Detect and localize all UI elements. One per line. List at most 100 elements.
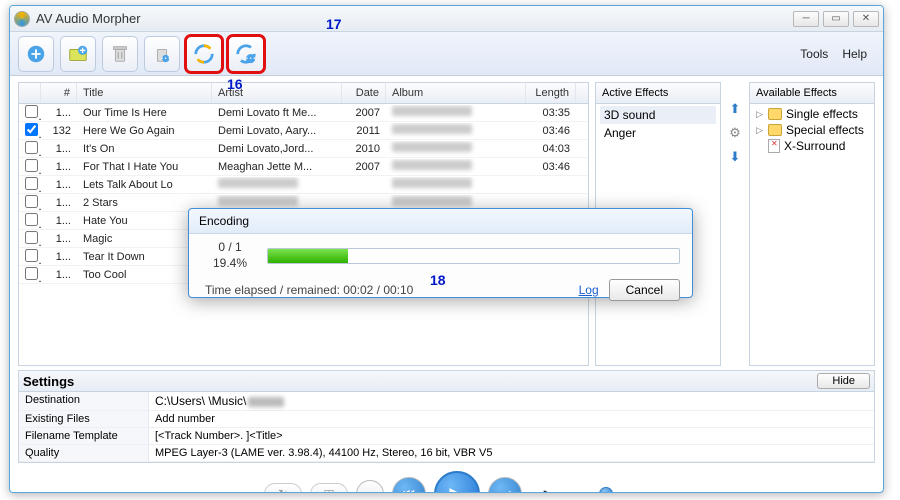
prev-button[interactable]: ⏮ (392, 477, 426, 493)
delete-button[interactable] (102, 36, 138, 72)
available-effect-item[interactable]: ▷ Special effects (754, 122, 870, 138)
titlebar: AV Audio Morpher ─ ▭ ✕ (10, 6, 883, 32)
row-artist (212, 177, 342, 192)
stop-button[interactable]: ■ (356, 480, 384, 493)
row-length: 03:46 (526, 160, 576, 174)
table-row[interactable]: 1... Lets Talk About Lo (19, 176, 588, 194)
document-icon (768, 139, 780, 153)
row-date: 2011 (342, 124, 386, 138)
play-button[interactable]: ▶ (434, 471, 480, 493)
log-link[interactable]: Log (579, 283, 599, 297)
app-title: AV Audio Morpher (36, 11, 793, 26)
row-checkbox[interactable] (25, 195, 38, 208)
settings-dest-value[interactable]: C:\Users\ \Music\ (149, 392, 874, 410)
player-controls: ↻ ◫ ■ ⏮ ▶ ⏭ 🔈 (10, 463, 883, 493)
col-num[interactable]: # (41, 83, 77, 103)
settings-panel: Settings Hide DestinationC:\Users\ \Musi… (18, 370, 875, 463)
row-checkbox[interactable] (25, 249, 38, 262)
available-effect-item[interactable]: X-Surround (754, 138, 870, 154)
row-length (526, 202, 576, 204)
row-checkbox[interactable] (25, 123, 38, 136)
row-checkbox[interactable] (25, 213, 38, 226)
active-effect-item[interactable]: Anger (600, 124, 716, 142)
row-album (386, 177, 526, 192)
encoding-time: Time elapsed / remained: 00:02 / 00:10 (205, 283, 413, 297)
settings-exist-value[interactable]: Add number (149, 411, 874, 427)
col-artist[interactable]: Artist (212, 83, 342, 103)
available-effects-panel: Available Effects ▷Single effects▷Specia… (749, 82, 875, 366)
settings-exist-label: Existing Files (19, 411, 149, 427)
close-button[interactable]: ✕ (853, 11, 879, 27)
convert-settings-button[interactable]: ⋯ (228, 36, 264, 72)
table-row[interactable]: 1... For That I Hate You Meaghan Jette M… (19, 158, 588, 176)
svg-text:⋯: ⋯ (160, 52, 171, 64)
row-date: 2007 (342, 160, 386, 174)
mute-icon[interactable]: 🔈 (540, 487, 555, 493)
row-artist: Demi Lovato ft Me... (212, 106, 342, 120)
row-num: 1... (41, 178, 77, 192)
row-checkbox[interactable] (25, 105, 38, 118)
row-num: 1... (41, 250, 77, 264)
settings-template-label: Filename Template (19, 428, 149, 444)
col-album[interactable]: Album (386, 83, 526, 103)
tree-toggle-icon[interactable]: ▷ (756, 125, 764, 136)
menu-tools[interactable]: Tools (800, 47, 828, 61)
col-title[interactable]: Title (77, 83, 212, 103)
table-row[interactable]: 1... It's On Demi Lovato,Jord... 2010 04… (19, 140, 588, 158)
convert-button[interactable] (186, 36, 222, 72)
add-file-button[interactable] (18, 36, 54, 72)
settings-title: Settings (23, 374, 74, 389)
available-effects-header: Available Effects (750, 83, 874, 104)
add-folder-button[interactable] (60, 36, 96, 72)
encoding-count: 0 / 1 (205, 240, 255, 256)
folder-icon (768, 108, 782, 120)
row-date (342, 184, 386, 186)
next-button[interactable]: ⏭ (488, 477, 522, 493)
effect-label: Special effects (786, 123, 864, 137)
volume-thumb[interactable] (599, 487, 613, 493)
available-effect-item[interactable]: ▷Single effects (754, 106, 870, 122)
row-checkbox[interactable] (25, 159, 38, 172)
settings-button[interactable]: ⋯ (144, 36, 180, 72)
cancel-button[interactable]: Cancel (609, 279, 680, 301)
row-title: For That I Hate You (77, 160, 212, 174)
volume-control: 🔈 (540, 487, 629, 493)
active-effect-item[interactable]: 3D sound (600, 106, 716, 124)
progress-fill (268, 249, 348, 263)
row-checkbox[interactable] (25, 141, 38, 154)
row-date (342, 202, 386, 204)
folder-icon (768, 124, 782, 136)
minimize-button[interactable]: ─ (793, 11, 819, 27)
settings-template-value[interactable]: [<Track Number>. ]<Title> (149, 428, 874, 444)
move-up-button[interactable]: ⬆ (726, 100, 744, 118)
active-effects-header: Active Effects (596, 83, 720, 104)
col-date[interactable]: Date (342, 83, 386, 103)
row-checkbox[interactable] (25, 267, 38, 280)
row-album (386, 159, 526, 174)
tree-toggle-icon[interactable]: ▷ (756, 109, 764, 120)
col-length[interactable]: Length (526, 83, 576, 103)
hide-settings-button[interactable]: Hide (817, 373, 870, 389)
row-checkbox[interactable] (25, 231, 38, 244)
settings-quality-value[interactable]: MPEG Layer-3 (LAME ver. 3.98.4), 44100 H… (149, 445, 874, 461)
row-num: 1... (41, 196, 77, 210)
shuffle-button[interactable]: ◫ (310, 483, 348, 493)
effect-settings-button[interactable]: ⚙ (726, 124, 744, 142)
table-row[interactable]: 132 Here We Go Again Demi Lovato, Aary..… (19, 122, 588, 140)
effect-controls: ⬆ ⚙ ⬇ (725, 82, 745, 366)
maximize-button[interactable]: ▭ (823, 11, 849, 27)
row-length: 03:46 (526, 124, 576, 138)
row-date: 2007 (342, 106, 386, 120)
menu-help[interactable]: Help (842, 47, 867, 61)
progress-bar (267, 248, 680, 264)
row-checkbox[interactable] (25, 177, 38, 190)
table-row[interactable]: 1... Our Time Is Here Demi Lovato ft Me.… (19, 104, 588, 122)
volume-slider[interactable] (559, 492, 629, 493)
move-down-button[interactable]: ⬇ (726, 148, 744, 166)
row-artist: Demi Lovato,Jord... (212, 142, 342, 156)
encoding-dialog: Encoding 0 / 1 19.4% Time elapsed / rema… (188, 208, 693, 298)
repeat-button[interactable]: ↻ (264, 483, 302, 493)
dialog-title: Encoding (189, 209, 692, 234)
row-num: 1... (41, 106, 77, 120)
row-artist: Meaghan Jette M... (212, 160, 342, 174)
